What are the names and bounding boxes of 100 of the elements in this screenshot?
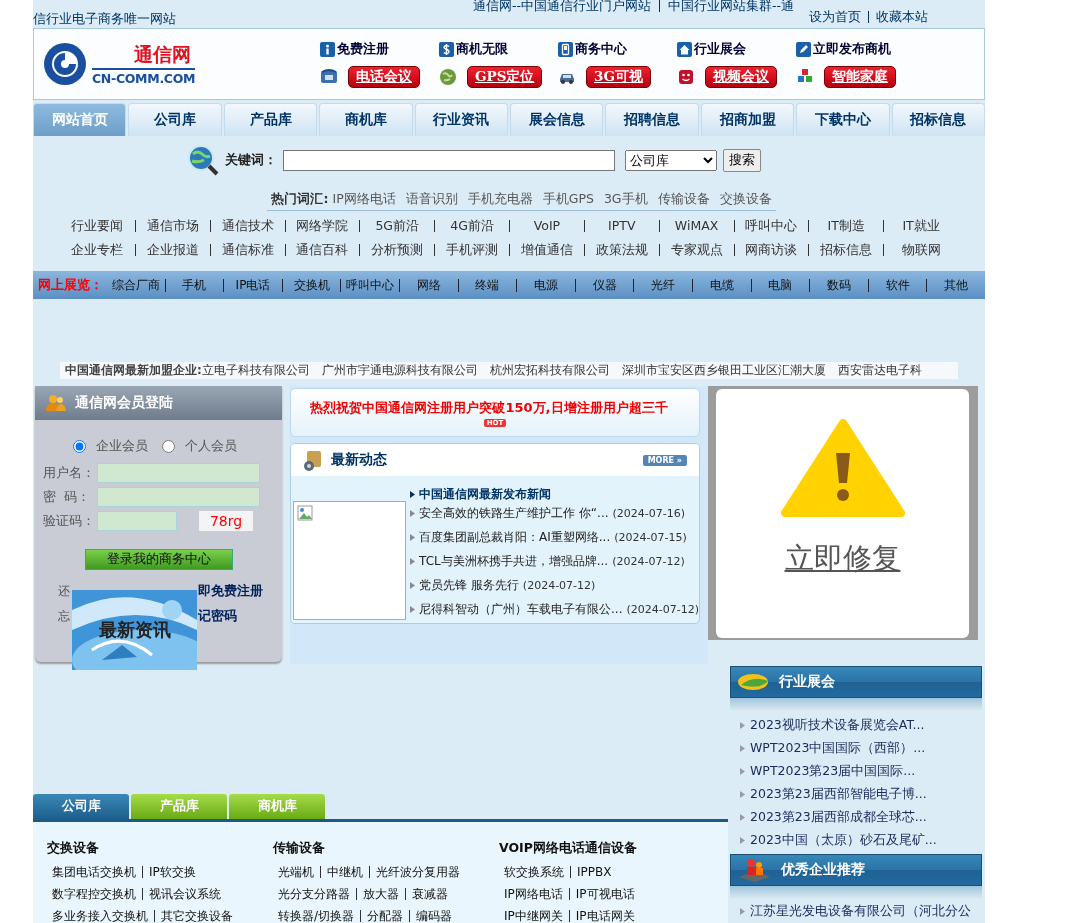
category-link[interactable]: IP软交换 [142, 866, 202, 878]
news-link[interactable]: 安全高效的铁路生产维护工作 你“... [419, 504, 609, 522]
news-link[interactable]: 尼得科智动（广州）车载电子有限公... [419, 600, 623, 618]
channel-link[interactable]: 政策法规 [583, 244, 659, 256]
category-link[interactable]: 数字程控交换机 [52, 888, 142, 900]
expo-link[interactable]: 网络 [398, 278, 458, 292]
channel-link[interactable]: 行业要闻 [60, 220, 135, 232]
quick-link[interactable]: 商务中心 [558, 40, 677, 58]
nav-tab[interactable]: 行业资讯 [414, 103, 509, 136]
category-link[interactable]: 分配器 [360, 910, 410, 922]
channel-link[interactable]: 通信标准 [209, 244, 285, 256]
category-link[interactable]: 光纤波分复用器 [369, 866, 466, 878]
expo-link[interactable]: 电脑 [750, 278, 810, 292]
nav-tab[interactable]: 商机库 [319, 103, 413, 136]
channel-link[interactable]: 网商访谈 [733, 244, 809, 256]
quick-link[interactable]: 商机无限 [439, 40, 558, 58]
category-link[interactable]: 光端机 [278, 866, 320, 878]
category-link[interactable]: IP中继网关 [504, 910, 569, 922]
category-link[interactable]: 软交换系统 [504, 866, 570, 878]
channel-link[interactable]: 专家观点 [658, 244, 734, 256]
channel-link[interactable]: 手机评测 [434, 244, 509, 256]
category-link[interactable]: IP电话网关 [568, 910, 641, 922]
channel-link[interactable]: 增值通信 [509, 244, 584, 256]
channel-link[interactable]: 呼叫中心 [733, 220, 809, 232]
nav-tab[interactable]: 招商加盟 [700, 103, 795, 136]
expo-link[interactable]: 光纤 [633, 278, 692, 292]
channel-link[interactable]: 通信市场 [134, 220, 210, 232]
news-link[interactable]: 百度集团副总裁肖阳：AI重塑网络... [419, 528, 611, 546]
site-link[interactable]: 设为首页 [802, 11, 868, 23]
keyword-field[interactable] [283, 149, 615, 171]
expo-link[interactable]: 电缆 [691, 278, 751, 292]
search-button[interactable]: 搜索 [723, 148, 761, 172]
login-button[interactable]: 登录我的商务中心 [84, 549, 233, 570]
list-link[interactable]: 2023视听技术设备展览会AT... [750, 717, 925, 734]
site-link[interactable]: 收藏本站 [868, 11, 935, 23]
expo-link[interactable]: IP电话 [223, 278, 282, 292]
category-link[interactable]: 多业务接入交换机 [52, 910, 154, 922]
list-link[interactable]: WPT2023第23届中国国际... [750, 763, 916, 780]
channel-link[interactable]: 物联网 [883, 244, 958, 256]
hot-word-link[interactable]: 语音识别 [405, 191, 458, 208]
expo-link[interactable]: 其他 [926, 278, 985, 292]
expo-link[interactable]: 终端 [457, 278, 517, 292]
nav-tab[interactable]: 产品库 [223, 103, 318, 136]
expo-link[interactable]: 仪器 [574, 278, 634, 292]
channel-link[interactable]: 4G前沿 [434, 220, 509, 232]
company-link[interactable]: 广州市宇通电源科技有限公司 [321, 362, 478, 379]
channel-link[interactable]: IT制造 [808, 220, 884, 232]
nav-tab[interactable]: 招聘信息 [605, 103, 699, 136]
catalog-tab[interactable]: 公司库 [33, 794, 129, 819]
list-link[interactable]: 江苏星光发电设备有限公司（河北分公 [750, 903, 971, 920]
category-link[interactable]: 衰减器 [405, 888, 454, 900]
portal-link[interactable]: 通信网--中国通信行业门户网站 [472, 0, 659, 12]
category-link[interactable]: 转换器/切换器 [278, 910, 361, 922]
service-button[interactable]: 电话会议 [348, 65, 420, 88]
register-link[interactable]: 即免费注册 [198, 582, 263, 600]
hot-word-link[interactable]: IP网络电话 [332, 191, 396, 208]
channel-link[interactable]: 5G前沿 [359, 220, 435, 232]
category-link[interactable]: 光分支分路器 [278, 888, 356, 900]
expo-link[interactable]: 交换机 [281, 278, 341, 292]
expo-link[interactable]: 手机 [164, 278, 224, 292]
company-link[interactable]: 立电子科技有限公司 [201, 362, 310, 379]
channel-link[interactable]: 招标信息 [808, 244, 884, 256]
list-link[interactable]: 2023第23届西部成都全球芯... [750, 809, 927, 826]
hot-word-link[interactable]: 手机充电器 [467, 191, 533, 208]
service-button[interactable]: GPS定位 [467, 65, 543, 88]
nav-tab[interactable]: 招标信息 [891, 103, 986, 136]
company-link[interactable]: 杭州宏拓科技有限公司 [489, 362, 610, 379]
news-link[interactable]: TCL与美洲杯携手共进，增强品牌... [419, 552, 609, 570]
expo-link[interactable]: 电源 [516, 278, 575, 292]
channel-link[interactable]: 通信技术 [209, 220, 285, 232]
fix-link[interactable]: 立即修复 [784, 539, 901, 579]
category-link[interactable]: 编码器 [409, 910, 459, 922]
hot-word-link[interactable]: 3G手机 [603, 191, 648, 208]
nav-tab[interactable]: 公司库 [128, 103, 222, 136]
portal-link[interactable]: 中国行业网站集群--通 [658, 0, 802, 12]
captcha-field[interactable] [97, 511, 177, 531]
list-link[interactable]: 2023第23届西部智能电子博... [750, 786, 927, 803]
category-link[interactable]: IP可视电话 [568, 888, 641, 900]
hot-word-link[interactable]: 交换设备 [719, 191, 772, 208]
expo-link[interactable]: 呼叫中心 [340, 278, 399, 292]
nav-tab[interactable]: 下载中心 [796, 103, 890, 136]
category-link[interactable]: IP网络电话 [504, 888, 569, 900]
category-link[interactable]: 放大器 [356, 888, 405, 900]
company-link[interactable]: 深圳市宝安区西乡银田工业区汇潮大厦 [621, 362, 826, 379]
expo-link[interactable]: 数码 [809, 278, 868, 292]
company-link[interactable]: 西安雷达电子科 [837, 362, 922, 379]
radio-button[interactable] [72, 440, 86, 453]
expo-link[interactable]: 综合厂商 [107, 278, 165, 292]
expo-link[interactable]: 软件 [867, 278, 927, 292]
category-link[interactable]: 中继机 [320, 866, 369, 878]
channel-link[interactable]: 企业专栏 [60, 244, 135, 256]
channel-link[interactable]: IT就业 [883, 220, 958, 232]
nav-tab[interactable]: 展会信息 [510, 103, 604, 136]
text-field[interactable] [97, 463, 260, 483]
channel-link[interactable]: IPTV [583, 220, 659, 232]
hot-word-link[interactable]: 手机GPS [542, 191, 594, 208]
quick-link[interactable]: 立即发布商机 [796, 40, 915, 58]
forgot-password-link[interactable]: 记密码 [198, 607, 237, 625]
service-button[interactable]: 智能家庭 [824, 65, 896, 88]
channel-link[interactable]: 分析预测 [359, 244, 435, 256]
